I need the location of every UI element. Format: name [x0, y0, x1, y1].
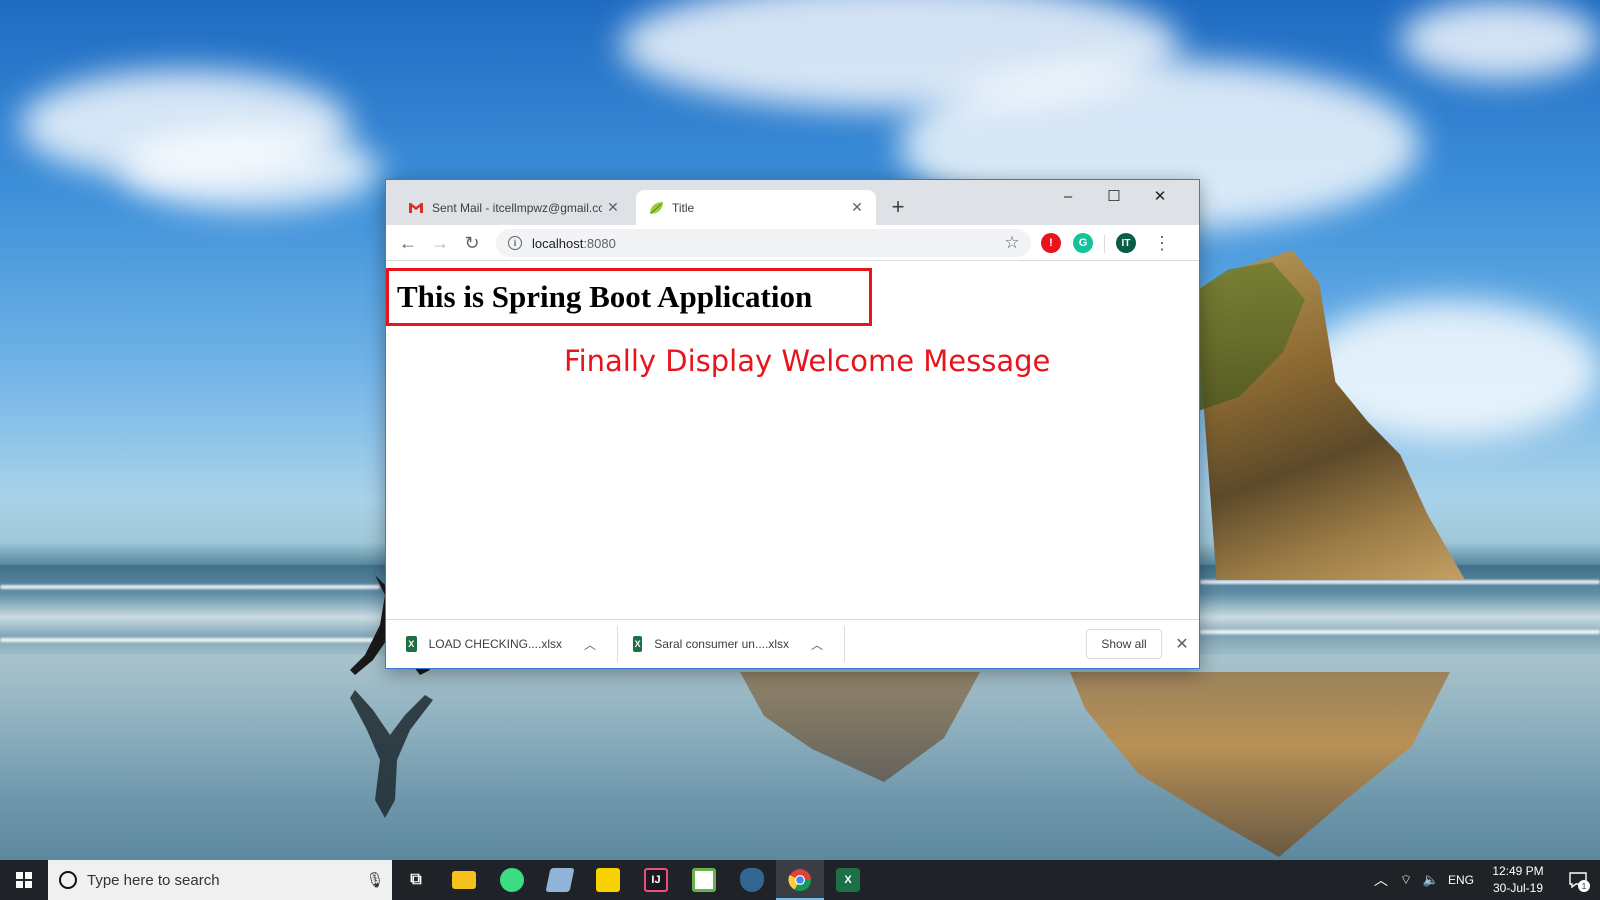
chevron-up-icon[interactable]: ︿ [811, 636, 823, 653]
cloud [120, 130, 380, 210]
tab-title: Sent Mail - itcellmpwz@gmail.co [432, 200, 602, 215]
reload-icon[interactable]: ↻ [458, 229, 486, 257]
start-button[interactable] [0, 860, 48, 900]
address-bar[interactable]: i localhost:8080 ☆ [496, 229, 1031, 257]
wave-foam [0, 585, 380, 589]
android-studio-button[interactable] [488, 860, 536, 900]
wave-foam [1200, 630, 1600, 634]
search-placeholder: Type here to search [87, 871, 220, 889]
notepad-plus-button[interactable] [680, 860, 728, 900]
chrome-icon [788, 869, 811, 891]
taskbar-search-box[interactable]: Type here to search 🎙 [48, 860, 392, 900]
postgresql-button[interactable] [728, 860, 776, 900]
download-item[interactable]: X Saral consumer un....xlsx ︿ [633, 620, 823, 668]
tab-title-page[interactable]: Title ✕ [636, 190, 876, 225]
postgresql-icon [740, 868, 764, 892]
wave-foam [0, 638, 380, 642]
notepad-icon [545, 868, 575, 892]
notepad-button[interactable] [536, 860, 584, 900]
language-indicator[interactable]: ENG [1446, 860, 1476, 900]
android-studio-icon [500, 868, 524, 892]
minimize-button[interactable]: – [1045, 180, 1091, 212]
network-icon[interactable]: ⌔ [1395, 860, 1417, 900]
download-filename: LOAD CHECKING....xlsx [428, 637, 562, 651]
close-download-shelf-icon[interactable]: ✕ [1170, 632, 1194, 656]
grammarly-icon[interactable]: G [1073, 233, 1093, 253]
new-tab-button[interactable]: + [884, 193, 912, 221]
taskbar: Type here to search 🎙 ⧉ IJ X ︿ ⌔ 🔈 ENG 1… [0, 860, 1600, 900]
taskbar-clock[interactable]: 12:49 PM 30-Jul-19 [1478, 863, 1558, 897]
url-text: localhost:8080 [532, 236, 999, 251]
cloud [1400, 0, 1600, 80]
back-arrow-icon[interactable]: ← [394, 229, 422, 257]
file-explorer-icon [452, 871, 476, 889]
task-view-icon: ⧉ [410, 871, 422, 888]
gmail-icon [409, 202, 423, 213]
task-view-button[interactable]: ⧉ [392, 860, 440, 900]
page-content: This is Spring Boot Application Finally … [386, 262, 1199, 617]
close-window-button[interactable]: ✕ [1137, 180, 1183, 212]
show-hidden-icons-chevron-icon[interactable]: ︿ [1370, 860, 1392, 900]
cortana-icon [59, 871, 77, 889]
intellij-icon: IJ [644, 868, 668, 892]
sticky-notes-button[interactable] [584, 860, 632, 900]
download-filename: Saral consumer un....xlsx [654, 637, 789, 651]
maximize-button[interactable]: ☐ [1091, 180, 1137, 212]
notification-count-badge: 1 [1578, 880, 1590, 892]
clock-date: 30-Jul-19 [1492, 881, 1544, 895]
chevron-up-icon[interactable]: ︿ [584, 636, 596, 653]
heading-highlight-box: This is Spring Boot Application [386, 268, 872, 326]
notepad-plus-icon [692, 868, 716, 892]
clock-time: 12:49 PM [1492, 864, 1544, 878]
url-port: :8080 [583, 235, 616, 251]
close-tab-icon[interactable]: ✕ [846, 197, 868, 219]
tab-title: Title [672, 200, 695, 215]
download-divider [844, 626, 845, 662]
url-host: localhost [532, 235, 584, 251]
browser-window: Sent Mail - itcellmpwz@gmail.co ✕ Title … [385, 179, 1200, 669]
excel-button[interactable]: X [824, 860, 872, 900]
bookmark-star-icon[interactable]: ☆ [999, 233, 1025, 253]
sticky-notes-icon [596, 868, 620, 892]
close-tab-icon[interactable]: ✕ [602, 197, 624, 219]
microphone-icon[interactable]: 🎙 [358, 871, 392, 889]
file-explorer-button[interactable] [440, 860, 488, 900]
intellij-button[interactable]: IJ [632, 860, 680, 900]
excel-file-icon: X [406, 636, 417, 652]
wave-foam [1200, 580, 1600, 584]
download-divider [617, 626, 618, 662]
excel-icon: X [836, 868, 860, 892]
forward-arrow-icon[interactable]: → [426, 229, 454, 257]
profile-avatar[interactable]: IT [1116, 233, 1136, 253]
browser-toolbar: ← → ↻ i localhost:8080 ☆ ! G IT ⋮ [386, 225, 1199, 261]
runner-reflection [350, 690, 433, 818]
annotation-text: Finally Display Welcome Message [564, 344, 1051, 378]
chrome-button[interactable] [776, 860, 824, 900]
windows-logo-icon [16, 872, 32, 888]
show-all-button[interactable]: Show all [1086, 629, 1162, 659]
action-center-button[interactable]: 1 [1556, 860, 1600, 900]
toolbar-divider [1104, 235, 1105, 253]
menu-kebab-icon[interactable]: ⋮ [1148, 229, 1176, 257]
tab-sent-mail[interactable]: Sent Mail - itcellmpwz@gmail.co ✕ [396, 190, 632, 225]
page-heading: This is Spring Boot Application [397, 279, 813, 314]
spring-leaf-icon [650, 201, 663, 214]
excel-file-icon: X [633, 636, 643, 652]
adblock-icon[interactable]: ! [1041, 233, 1061, 253]
download-shelf: X LOAD CHECKING....xlsx ︿ X Saral consum… [386, 619, 1199, 668]
download-item[interactable]: X LOAD CHECKING....xlsx ︿ [406, 620, 596, 668]
volume-icon[interactable]: 🔈 [1420, 860, 1442, 900]
tab-strip: Sent Mail - itcellmpwz@gmail.co ✕ Title … [386, 180, 1199, 225]
site-info-icon[interactable]: i [508, 236, 522, 250]
